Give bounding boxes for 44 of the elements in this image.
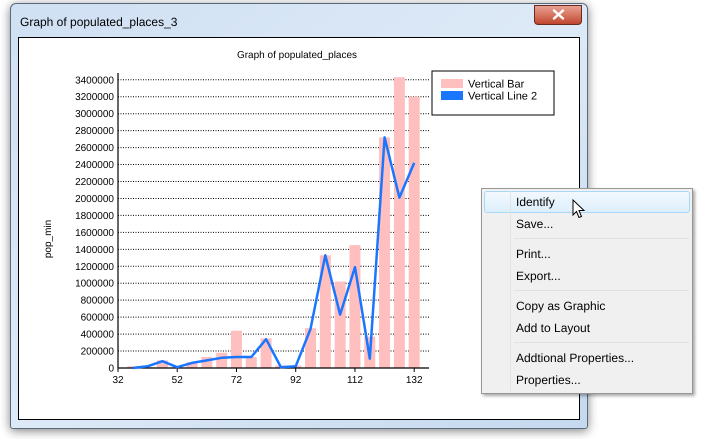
y-tick-label: 1600000	[75, 228, 114, 239]
legend-label: Vertical Bar	[468, 78, 524, 90]
y-tick-label: 0	[108, 364, 114, 374]
y-tick-label: 2600000	[75, 143, 114, 154]
menu-item[interactable]: Export...	[484, 265, 690, 287]
x-tick-label: 72	[230, 375, 242, 386]
y-tick-label: 3000000	[75, 109, 114, 120]
menu-item[interactable]: Addtional Properties...	[484, 347, 690, 369]
legend-swatch	[441, 79, 463, 88]
y-axis-label: pop_min	[43, 220, 54, 258]
y-tick-label: 200000	[80, 346, 114, 358]
close-icon	[552, 9, 564, 20]
x-tick-label: 52	[172, 375, 183, 386]
y-tick-label: 3400000	[75, 75, 114, 86]
chart-title: Graph of populated_places	[236, 50, 358, 61]
menu-item[interactable]: Add to Layout	[484, 317, 690, 339]
y-tick-label: 2000000	[75, 194, 114, 205]
menu-item[interactable]: Identify	[484, 191, 690, 213]
menu-item[interactable]: Copy as Graphic	[484, 295, 690, 317]
x-tick-label: 92	[290, 375, 302, 386]
y-tick-label: 1800000	[75, 210, 114, 222]
x-tick-label: 32	[112, 375, 124, 386]
cursor-icon	[572, 199, 585, 219]
window-title: Graph of populated_places_3	[20, 14, 178, 30]
y-tick-label: 3200000	[75, 92, 114, 104]
y-tick-label: 800000	[80, 296, 114, 307]
bar	[230, 330, 242, 368]
menu-item[interactable]: Print...	[484, 243, 690, 265]
y-tick-label: 2800000	[75, 126, 114, 138]
y-tick-label: 1200000	[75, 262, 114, 273]
legend-label: Vertical Line 2	[468, 90, 538, 102]
y-tick-label: 1000000	[75, 278, 114, 290]
legend-swatch	[441, 91, 463, 100]
y-tick-label: 2200000	[75, 177, 114, 188]
x-tick-label: 112	[346, 375, 363, 386]
y-tick-label: 600000	[80, 312, 114, 324]
menu-item[interactable]: Save...	[484, 213, 690, 235]
bar	[305, 328, 316, 368]
y-tick-label: 2400000	[75, 160, 114, 172]
menu-item[interactable]: Properties...	[484, 369, 690, 391]
close-button[interactable]	[534, 4, 582, 24]
x-tick-label: 132	[406, 375, 423, 386]
y-tick-label: 1400000	[75, 244, 114, 256]
y-tick-label: 400000	[80, 330, 114, 341]
